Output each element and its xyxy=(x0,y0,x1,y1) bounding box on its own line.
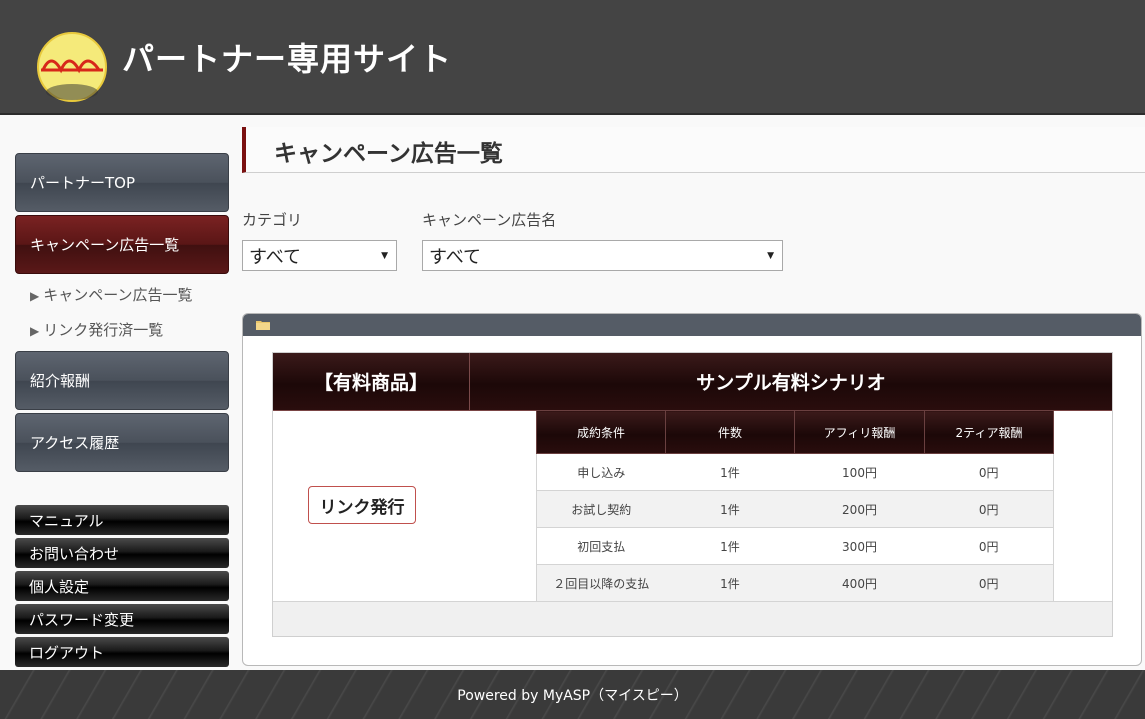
table-row: 申し込み 1件 100円 0円 xyxy=(536,453,1054,491)
category-label: カテゴリ xyxy=(242,211,303,229)
contact-button[interactable]: お問い合わせ xyxy=(15,538,229,568)
cell-condition: ２回目以降の支払 xyxy=(536,564,666,602)
nav-referral-reward[interactable]: 紹介報酬 xyxy=(15,351,229,410)
cell-count: 1件 xyxy=(665,564,795,602)
nav-access-history[interactable]: アクセス履歴 xyxy=(15,413,229,472)
cell-2tier-reward: 0円 xyxy=(924,564,1054,602)
issue-link-button[interactable]: リンク発行 xyxy=(308,486,416,524)
cell-affiliate-reward: 100円 xyxy=(794,453,925,491)
col-condition: 成約条件 xyxy=(536,410,666,454)
cell-2tier-reward: 0円 xyxy=(924,527,1054,565)
site-header: パートナー専用サイト xyxy=(0,0,1145,115)
product-category: 【有料商品】 xyxy=(273,353,470,410)
page-title: キャンペーン広告一覧 xyxy=(274,141,503,167)
table-row: 初回支払 1件 300円 0円 xyxy=(536,527,1054,565)
cell-condition: お試し契約 xyxy=(536,490,666,528)
reward-table-header: 成約条件 件数 アフィリ報酬 2ティア報酬 xyxy=(536,410,1054,454)
manual-button[interactable]: マニュアル xyxy=(15,505,229,535)
product-card: 【有料商品】 サンプル有料シナリオ リンク発行 成約条件 件数 アフィリ報酬 2… xyxy=(272,352,1113,637)
campaign-panel: 【有料商品】 サンプル有料シナリオ リンク発行 成約条件 件数 アフィリ報酬 2… xyxy=(242,313,1142,666)
col-count: 件数 xyxy=(665,410,795,454)
campaign-select-value: すべて xyxy=(429,246,482,268)
reward-table: 成約条件 件数 アフィリ報酬 2ティア報酬 申し込み 1件 100円 0円 お試… xyxy=(536,410,1054,602)
cell-count: 1件 xyxy=(665,527,795,565)
campaign-name-label: キャンペーン広告名 xyxy=(422,211,557,229)
page-title-bar: キャンペーン広告一覧 xyxy=(242,127,1145,173)
category-select[interactable]: すべて ▼ xyxy=(242,240,397,271)
col-affiliate-reward: アフィリ報酬 xyxy=(794,410,925,454)
personal-settings-button[interactable]: 個人設定 xyxy=(15,571,229,601)
cell-2tier-reward: 0円 xyxy=(924,453,1054,491)
asp-logo-icon[interactable] xyxy=(35,30,109,104)
change-password-button[interactable]: パスワード変更 xyxy=(15,604,229,634)
logout-button[interactable]: ログアウト xyxy=(15,637,229,667)
campaign-name-select[interactable]: すべて ▼ xyxy=(422,240,783,271)
nav-campaign-list[interactable]: キャンペーン広告一覧 xyxy=(15,215,229,274)
product-name: サンプル有料シナリオ xyxy=(696,372,886,394)
category-select-value: すべて xyxy=(249,246,302,268)
cell-2tier-reward: 0円 xyxy=(924,490,1054,528)
table-row: ２回目以降の支払 1件 400円 0円 xyxy=(536,564,1054,602)
product-footer xyxy=(273,601,1112,636)
footer-text: Powered by MyASP（マイスピー） xyxy=(457,687,688,704)
cell-affiliate-reward: 200円 xyxy=(794,490,925,528)
nav-partner-top[interactable]: パートナーTOP xyxy=(15,153,229,212)
triangle-right-icon: ▶ xyxy=(30,289,40,303)
subnav-label: キャンペーン広告一覧 xyxy=(43,286,193,304)
cell-condition: 初回支払 xyxy=(536,527,666,565)
cell-count: 1件 xyxy=(665,453,795,491)
col-2tier-reward: 2ティア報酬 xyxy=(924,410,1054,454)
dropdown-arrow-icon: ▼ xyxy=(381,251,388,261)
triangle-right-icon: ▶ xyxy=(30,324,40,338)
cell-affiliate-reward: 400円 xyxy=(794,564,925,602)
dropdown-arrow-icon: ▼ xyxy=(767,251,774,261)
product-header: 【有料商品】 サンプル有料シナリオ xyxy=(273,353,1112,411)
site-title: パートナー専用サイト xyxy=(122,40,453,78)
panel-header xyxy=(243,314,1141,336)
subnav-campaign-list[interactable]: ▶ キャンペーン広告一覧 xyxy=(30,284,193,305)
folder-icon xyxy=(256,321,270,330)
subnav-issued-links[interactable]: ▶ リンク発行済一覧 xyxy=(30,319,163,340)
cell-count: 1件 xyxy=(665,490,795,528)
subnav-label: リンク発行済一覧 xyxy=(43,321,164,339)
site-footer: Powered by MyASP（マイスピー） xyxy=(0,670,1145,719)
cell-condition: 申し込み xyxy=(536,453,666,491)
cell-affiliate-reward: 300円 xyxy=(794,527,925,565)
table-row: お試し契約 1件 200円 0円 xyxy=(536,490,1054,528)
